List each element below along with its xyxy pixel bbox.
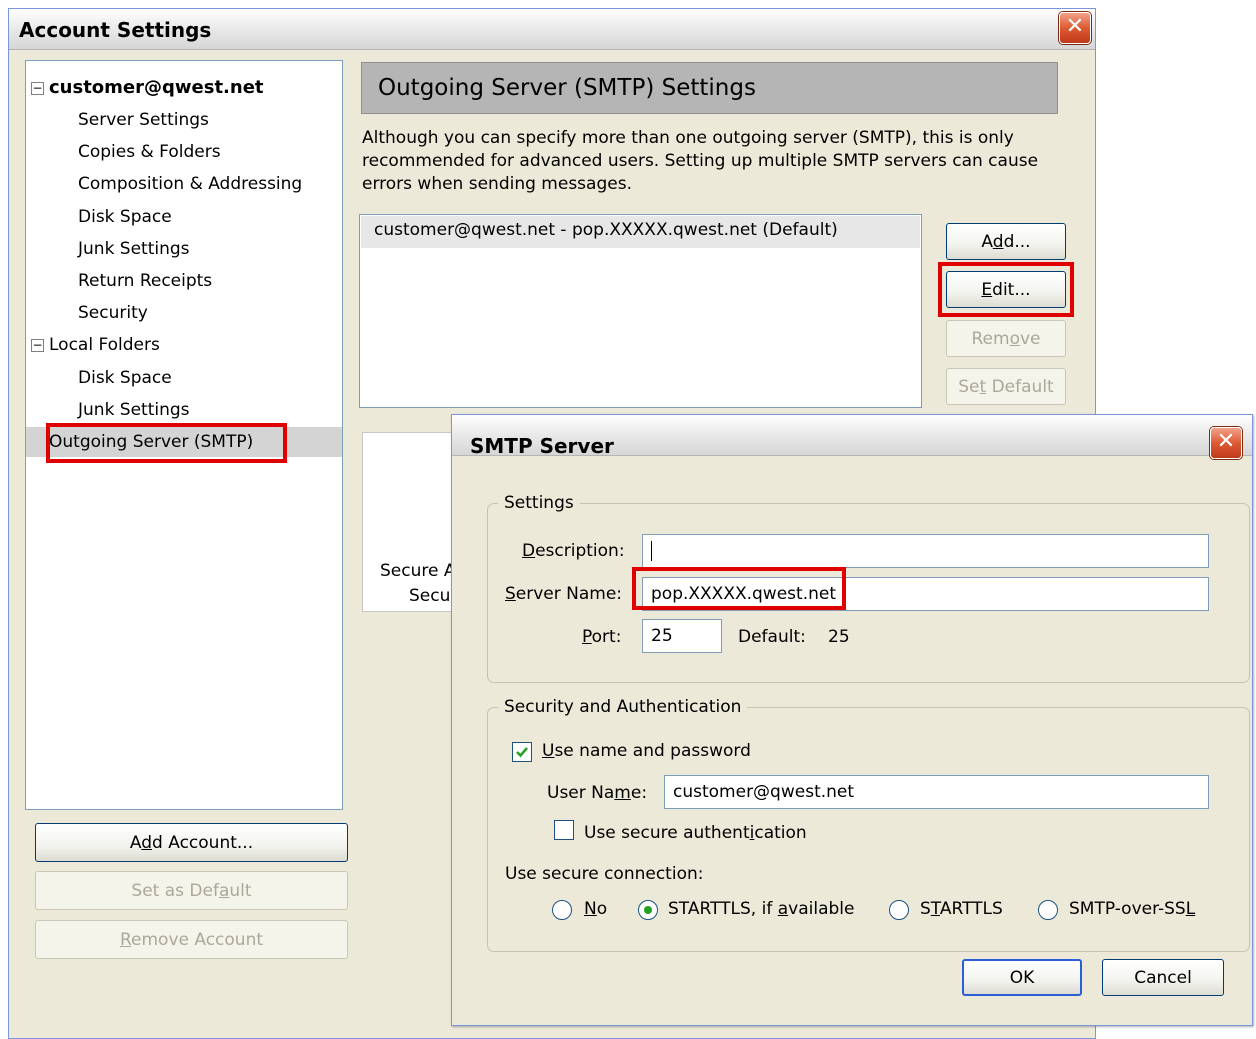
radio-selected-icon — [644, 906, 652, 914]
radio-smtp-over-ssl[interactable] — [1038, 900, 1058, 920]
tree-item-security[interactable]: Security — [78, 299, 148, 327]
user-name-input[interactable]: customer@qwest.net — [664, 775, 1209, 809]
tree-item-local-junk-settings[interactable]: Junk Settings — [78, 396, 190, 424]
ok-button[interactable]: OK — [962, 959, 1082, 996]
add-server-button[interactable]: Add... — [946, 223, 1066, 260]
set-as-default-button[interactable]: Set as Default — [35, 871, 348, 910]
remove-account-button[interactable]: Remove Account — [35, 920, 348, 959]
tree-item-return-receipts[interactable]: Return Receipts — [78, 267, 212, 295]
default-port-label: Default: — [738, 627, 806, 647]
secure-connection-label: Use secure connection: — [505, 864, 704, 884]
use-name-label[interactable]: Use name and password — [542, 741, 751, 761]
default-port-value: 25 — [828, 627, 850, 647]
description-label: Description: — [522, 541, 625, 561]
radio-no[interactable] — [552, 900, 572, 920]
panel-description: Although you can specify more than one o… — [362, 128, 1039, 194]
collapse-icon[interactable]: − — [31, 339, 44, 352]
panel-title: Outgoing Server (SMTP) Settings — [378, 75, 756, 101]
cancel-button[interactable]: Cancel — [1102, 959, 1224, 996]
dialog-title: SMTP Server — [470, 434, 614, 458]
set-default-server-button[interactable]: Set Default — [946, 368, 1066, 405]
tree-item-composition[interactable]: Composition & Addressing — [78, 170, 302, 198]
port-label: Port: — [582, 627, 622, 647]
radio-starttls-if-available[interactable] — [638, 900, 658, 920]
highlight-outgoing-server — [46, 423, 287, 463]
tree-item-local-folders[interactable]: Local Folders — [49, 331, 160, 359]
security-group-label: Security and Authentication — [498, 697, 748, 717]
tree-item-junk-settings[interactable]: Junk Settings — [78, 235, 190, 263]
smtp-server-dialog: SMTP Server ✕ Settings Description: Serv… — [451, 414, 1253, 1026]
server-name-label: Server Name: — [505, 584, 623, 604]
list-item[interactable]: customer@qwest.net - pop.XXXXX.qwest.net… — [361, 216, 920, 248]
radio-no-label[interactable]: No — [584, 899, 607, 919]
radio-smtp-over-ssl-label[interactable]: SMTP-over-SSL — [1069, 899, 1195, 919]
close-icon[interactable]: ✕ — [1059, 12, 1091, 44]
tree-item-account[interactable]: customer@qwest.net — [49, 74, 264, 102]
radio-starttls[interactable] — [889, 900, 909, 920]
tree-item-server-settings[interactable]: Server Settings — [78, 106, 209, 134]
check-icon — [516, 747, 528, 758]
user-name-label: User Name: — [547, 783, 648, 803]
settings-group-label: Settings — [498, 493, 580, 513]
highlight-edit-button — [938, 262, 1074, 317]
radio-starttls-label[interactable]: STARTTLS — [920, 899, 1003, 919]
highlight-server-name — [632, 567, 846, 610]
tree-item-local-disk-space[interactable]: Disk Space — [78, 364, 172, 392]
secure-auth-checkbox[interactable] — [554, 820, 574, 840]
use-name-checkbox[interactable] — [512, 742, 532, 762]
window-title: Account Settings — [19, 18, 212, 42]
tree-item-copies-folders[interactable]: Copies & Folders — [78, 138, 221, 166]
description-input[interactable] — [642, 534, 1209, 568]
add-account-button[interactable]: Add Account... — [35, 823, 348, 862]
details-text-line1: Secure A — [380, 561, 456, 581]
panel-header: Outgoing Server (SMTP) Settings — [361, 62, 1058, 114]
account-settings-titlebar: Account Settings ✕ — [9, 9, 1095, 50]
remove-server-button[interactable]: Remove — [946, 320, 1066, 357]
close-icon[interactable]: ✕ — [1210, 427, 1242, 459]
secure-auth-label[interactable]: Use secure authentication — [584, 823, 807, 843]
tree-item-disk-space[interactable]: Disk Space — [78, 203, 172, 231]
radio-starttls-if-available-label[interactable]: STARTTLS, if available — [668, 899, 854, 919]
smtp-dialog-titlebar: SMTP Server ✕ — [452, 415, 1252, 459]
collapse-icon[interactable]: − — [31, 82, 44, 95]
smtp-server-list[interactable]: customer@qwest.net - pop.XXXXX.qwest.net… — [359, 214, 922, 408]
port-input[interactable]: 25 — [642, 619, 722, 653]
